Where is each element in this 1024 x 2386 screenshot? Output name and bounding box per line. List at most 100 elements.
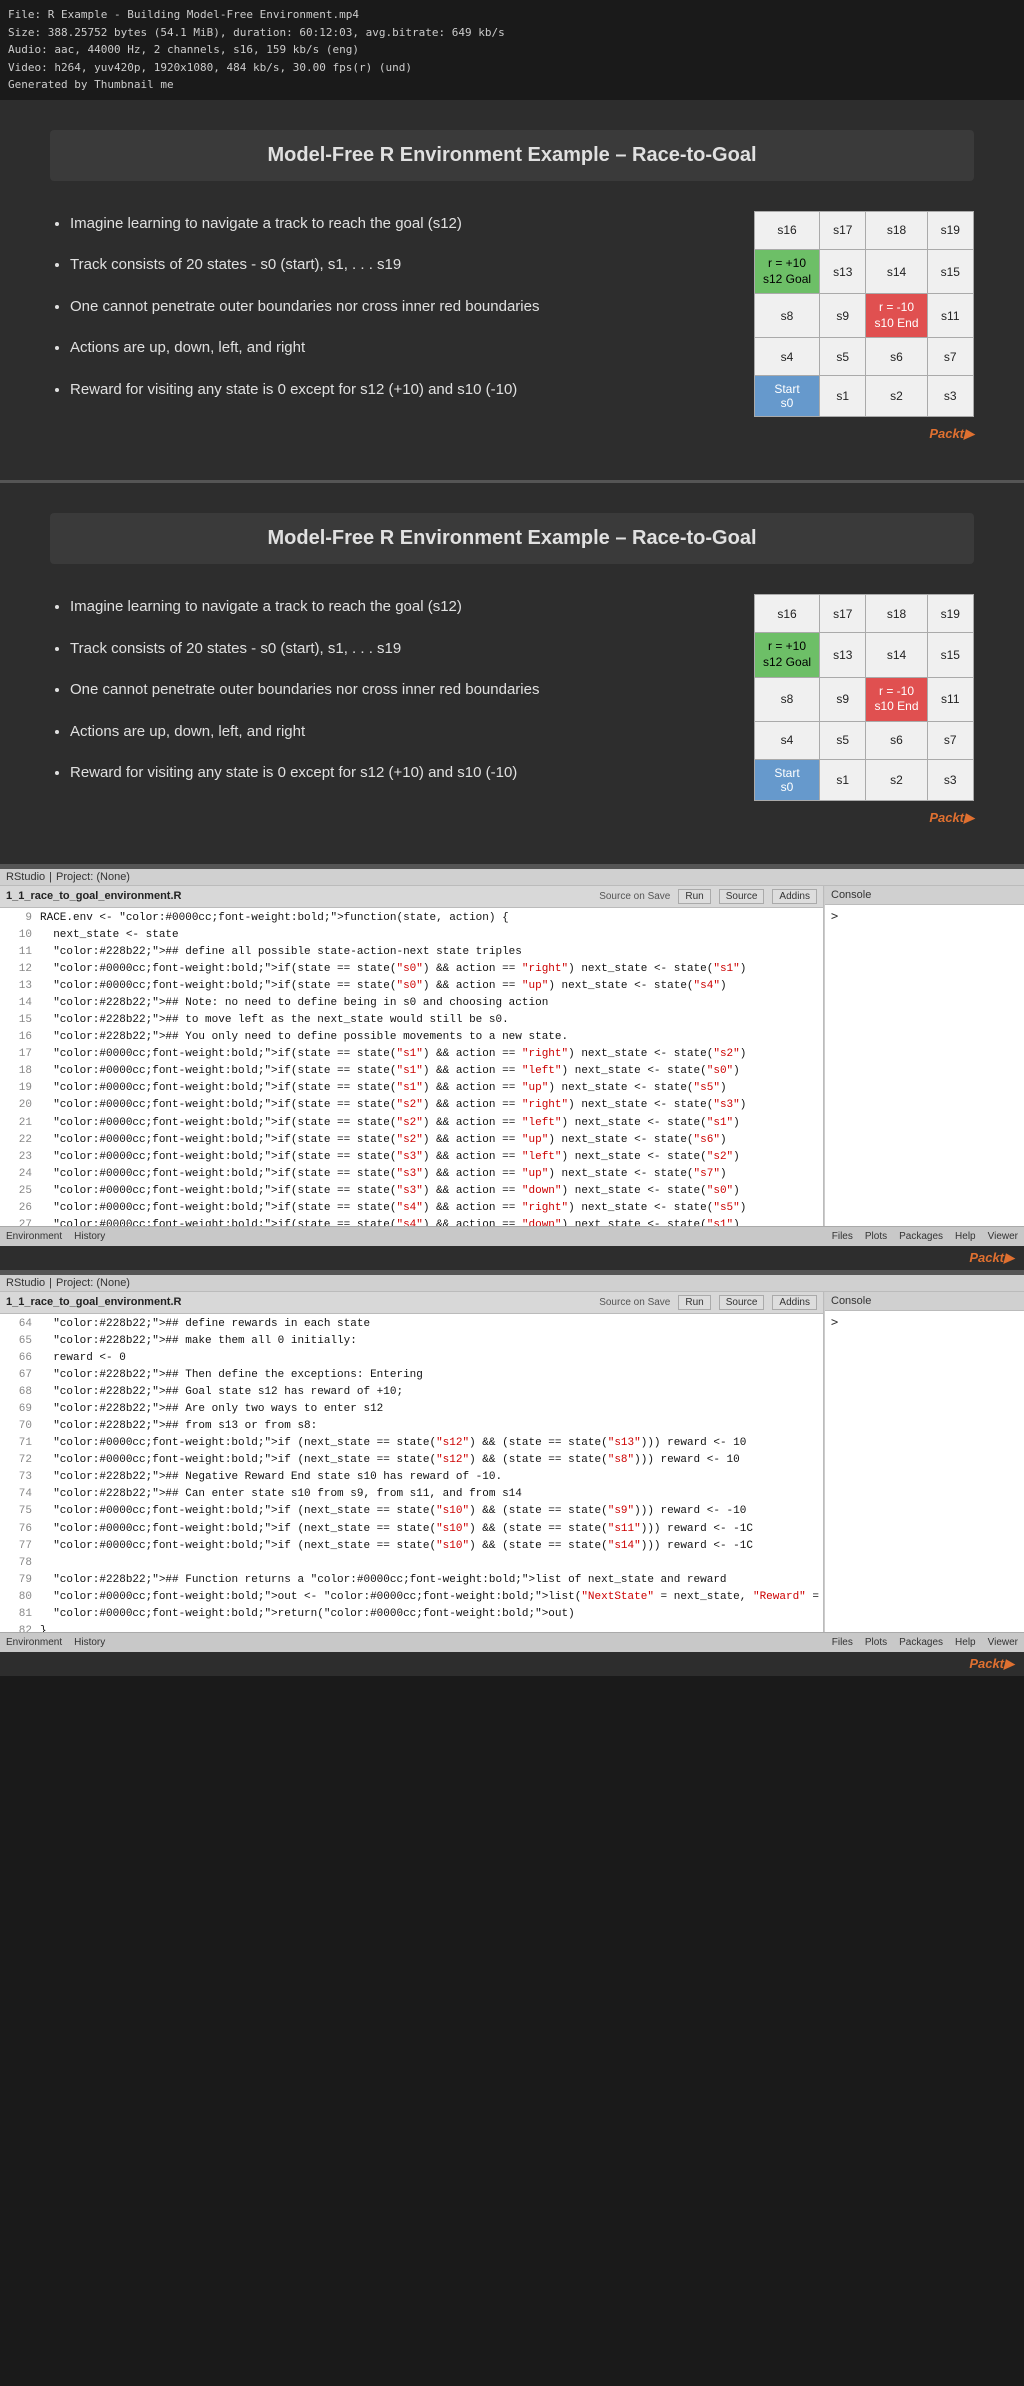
code-line: 16 "color:#228b22;">## You only need to … bbox=[0, 1029, 823, 1046]
line-number: 11 bbox=[4, 944, 32, 961]
viewer-tab-2[interactable]: Viewer bbox=[988, 1637, 1018, 1648]
line-number: 15 bbox=[4, 1012, 32, 1029]
run-btn-1[interactable]: Run bbox=[678, 889, 710, 904]
grid-map-2: s16s17s18s19r = +10 s12 Goals13s14s15s8s… bbox=[754, 594, 974, 800]
file-header: File: R Example - Building Model-Free En… bbox=[0, 0, 1024, 100]
code-line: 65 "color:#228b22;">## make them all 0 i… bbox=[0, 1333, 823, 1350]
code-line: 14 "color:#228b22;">## Note: no need to … bbox=[0, 995, 823, 1012]
code-line: 80 "color:#0000cc;font-weight:bold;">out… bbox=[0, 1589, 823, 1606]
packt-logo-3: Packt▶ bbox=[0, 1246, 1024, 1270]
line-text: "color:#228b22;">## Then define the exce… bbox=[40, 1367, 423, 1384]
grid-cell: r = +10 s12 Goal bbox=[755, 249, 820, 293]
source-on-save-btn[interactable]: Source on Save bbox=[599, 891, 670, 902]
run-btn-2[interactable]: Run bbox=[678, 1295, 710, 1310]
env-tab-1[interactable]: Environment bbox=[6, 1231, 62, 1242]
console-pane-1[interactable]: Console > bbox=[824, 886, 1024, 1226]
line-number: 24 bbox=[4, 1166, 32, 1183]
grid-cell: Start s0 bbox=[755, 759, 820, 800]
code-line: 23 "color:#0000cc;font-weight:bold;">if(… bbox=[0, 1149, 823, 1166]
line-text: "color:#228b22;">## Function returns a "… bbox=[40, 1572, 727, 1589]
line-text: "color:#0000cc;font-weight:bold;">if(sta… bbox=[40, 1097, 746, 1114]
bullet-item: Reward for visiting any state is 0 excep… bbox=[70, 760, 724, 786]
line-text: reward <- 0 bbox=[40, 1350, 126, 1367]
line-number: 21 bbox=[4, 1115, 32, 1132]
line-text: "color:#0000cc;font-weight:bold;">if (ne… bbox=[40, 1452, 740, 1469]
slide-1-content: Imagine learning to navigate a track to … bbox=[50, 211, 974, 419]
line-number: 76 bbox=[4, 1521, 32, 1538]
env-tab-2[interactable]: Environment bbox=[6, 1637, 62, 1648]
separator: | bbox=[49, 871, 52, 883]
grid-cell: s11 bbox=[927, 294, 973, 338]
line-number: 26 bbox=[4, 1200, 32, 1217]
line-text: RACE.env <- "color:#0000cc;font-weight:b… bbox=[40, 910, 509, 927]
history-tab-2[interactable]: History bbox=[74, 1637, 105, 1648]
grid-cell: s6 bbox=[866, 721, 927, 759]
line-number: 14 bbox=[4, 995, 32, 1012]
line-text: "color:#0000cc;font-weight:bold;">if (ne… bbox=[40, 1503, 746, 1520]
rstudio-window-2: RStudio | Project: (None) 1_1_race_to_go… bbox=[0, 1273, 1024, 1676]
bullet-item: Imagine learning to navigate a track to … bbox=[70, 594, 724, 620]
file-tab-1[interactable]: 1_1_race_to_goal_environment.R bbox=[6, 890, 181, 902]
grid-cell: r = +10 s12 Goal bbox=[755, 633, 820, 677]
rstudio-title-label: RStudio bbox=[6, 871, 45, 883]
code-line: 69 "color:#228b22;">## Are only two ways… bbox=[0, 1401, 823, 1418]
state-grid-1: s16s17s18s19r = +10 s12 Goals13s14s15s8s… bbox=[754, 211, 974, 417]
bullet-item: Actions are up, down, left, and right bbox=[70, 335, 724, 361]
line-number: 20 bbox=[4, 1097, 32, 1114]
code-area-1[interactable]: 9RACE.env <- "color:#0000cc;font-weight:… bbox=[0, 908, 823, 1226]
viewer-tab-1[interactable]: Viewer bbox=[988, 1231, 1018, 1242]
editor-pane-1[interactable]: 1_1_race_to_goal_environment.R Source on… bbox=[0, 886, 824, 1226]
packages-tab-2[interactable]: Packages bbox=[899, 1637, 943, 1648]
console-prompt-2[interactable]: > bbox=[825, 1311, 1024, 1333]
bullet-item: Reward for visiting any state is 0 excep… bbox=[70, 377, 724, 403]
plots-tab-1[interactable]: Plots bbox=[865, 1231, 887, 1242]
help-tab-1[interactable]: Help bbox=[955, 1231, 976, 1242]
line-number: 10 bbox=[4, 927, 32, 944]
code-line: 19 "color:#0000cc;font-weight:bold;">if(… bbox=[0, 1080, 823, 1097]
code-line: 27 "color:#0000cc;font-weight:bold;">if(… bbox=[0, 1217, 823, 1226]
editor-toolbar-1: 1_1_race_to_goal_environment.R Source on… bbox=[0, 886, 823, 908]
bullet-item: One cannot penetrate outer boundaries no… bbox=[70, 294, 724, 320]
files-tab-1[interactable]: Files bbox=[832, 1231, 853, 1242]
source-btn-2[interactable]: Source bbox=[719, 1295, 765, 1310]
code-line: 24 "color:#0000cc;font-weight:bold;">if(… bbox=[0, 1166, 823, 1183]
line-number: 27 bbox=[4, 1217, 32, 1226]
files-tab-2[interactable]: Files bbox=[832, 1637, 853, 1648]
addins-btn-2[interactable]: Addins bbox=[772, 1295, 817, 1310]
line-number: 67 bbox=[4, 1367, 32, 1384]
separator-2: | bbox=[49, 1277, 52, 1289]
line-text: "color:#0000cc;font-weight:bold;">if(sta… bbox=[40, 1166, 727, 1183]
plots-tab-2[interactable]: Plots bbox=[865, 1637, 887, 1648]
history-tab-1[interactable]: History bbox=[74, 1231, 105, 1242]
code-area-2[interactable]: 64 "color:#228b22;">## define rewards in… bbox=[0, 1314, 823, 1632]
code-line: 15 "color:#228b22;">## to move left as t… bbox=[0, 1012, 823, 1029]
line-text: "color:#0000cc;font-weight:bold;">out <-… bbox=[40, 1589, 823, 1606]
line-text: "color:#228b22;">## define all possible … bbox=[40, 944, 522, 961]
code-line: 22 "color:#0000cc;font-weight:bold;">if(… bbox=[0, 1132, 823, 1149]
line-text: "color:#0000cc;font-weight:bold;">if(sta… bbox=[40, 1200, 746, 1217]
line-number: 72 bbox=[4, 1452, 32, 1469]
help-tab-2[interactable]: Help bbox=[955, 1637, 976, 1648]
line-text: "color:#228b22;">## define rewards in ea… bbox=[40, 1316, 370, 1333]
code-line: 70 "color:#228b22;">## from s13 or from … bbox=[0, 1418, 823, 1435]
source-on-save-btn-2[interactable]: Source on Save bbox=[599, 1297, 670, 1308]
grid-cell: s14 bbox=[866, 249, 927, 293]
console-pane-2[interactable]: Console > bbox=[824, 1292, 1024, 1632]
file-tab-2[interactable]: 1_1_race_to_goal_environment.R bbox=[6, 1296, 181, 1308]
bullet-item: Track consists of 20 states - s0 (start)… bbox=[70, 252, 724, 278]
grid-cell: s4 bbox=[755, 721, 820, 759]
grid-cell: s13 bbox=[820, 249, 866, 293]
grid-cell: s1 bbox=[820, 759, 866, 800]
source-btn-1[interactable]: Source bbox=[719, 889, 765, 904]
line-number: 18 bbox=[4, 1063, 32, 1080]
editor-pane-2[interactable]: 1_1_race_to_goal_environment.R Source on… bbox=[0, 1292, 824, 1632]
grid-cell: s19 bbox=[927, 211, 973, 249]
line-number: 12 bbox=[4, 961, 32, 978]
line-number: 17 bbox=[4, 1046, 32, 1063]
console-prompt-1[interactable]: > bbox=[825, 905, 1024, 927]
code-line: 81 "color:#0000cc;font-weight:bold;">ret… bbox=[0, 1606, 823, 1623]
grid-cell: s18 bbox=[866, 211, 927, 249]
addins-btn-1[interactable]: Addins bbox=[772, 889, 817, 904]
packages-tab-1[interactable]: Packages bbox=[899, 1231, 943, 1242]
code-line: 75 "color:#0000cc;font-weight:bold;">if … bbox=[0, 1503, 823, 1520]
